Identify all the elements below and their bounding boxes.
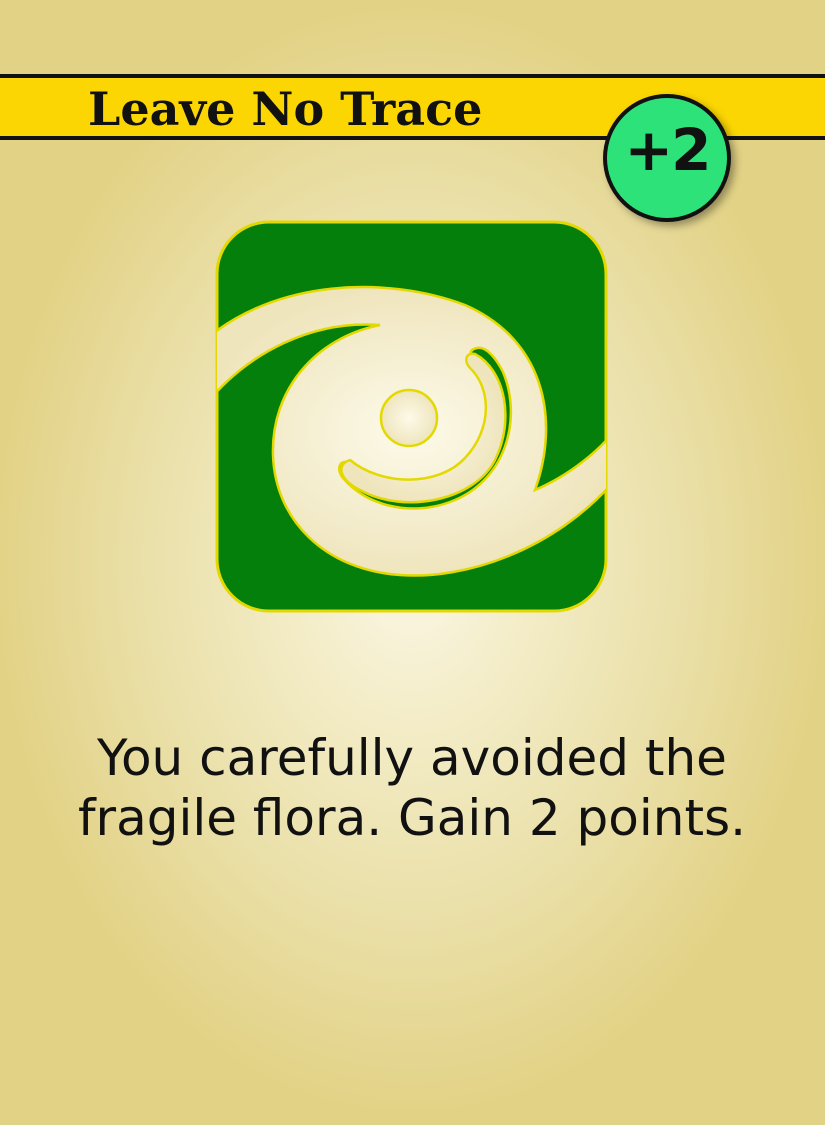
points-badge: +2 <box>603 94 731 222</box>
points-value: +2 <box>624 116 712 184</box>
card-title: Leave No Trace <box>88 82 483 136</box>
event-card[interactable]: Leave No Trace +2 You carefully avoided … <box>0 0 825 1125</box>
card-description: You carefully avoided the fragile flora.… <box>77 729 747 847</box>
spiral-swirl-icon <box>215 220 608 613</box>
